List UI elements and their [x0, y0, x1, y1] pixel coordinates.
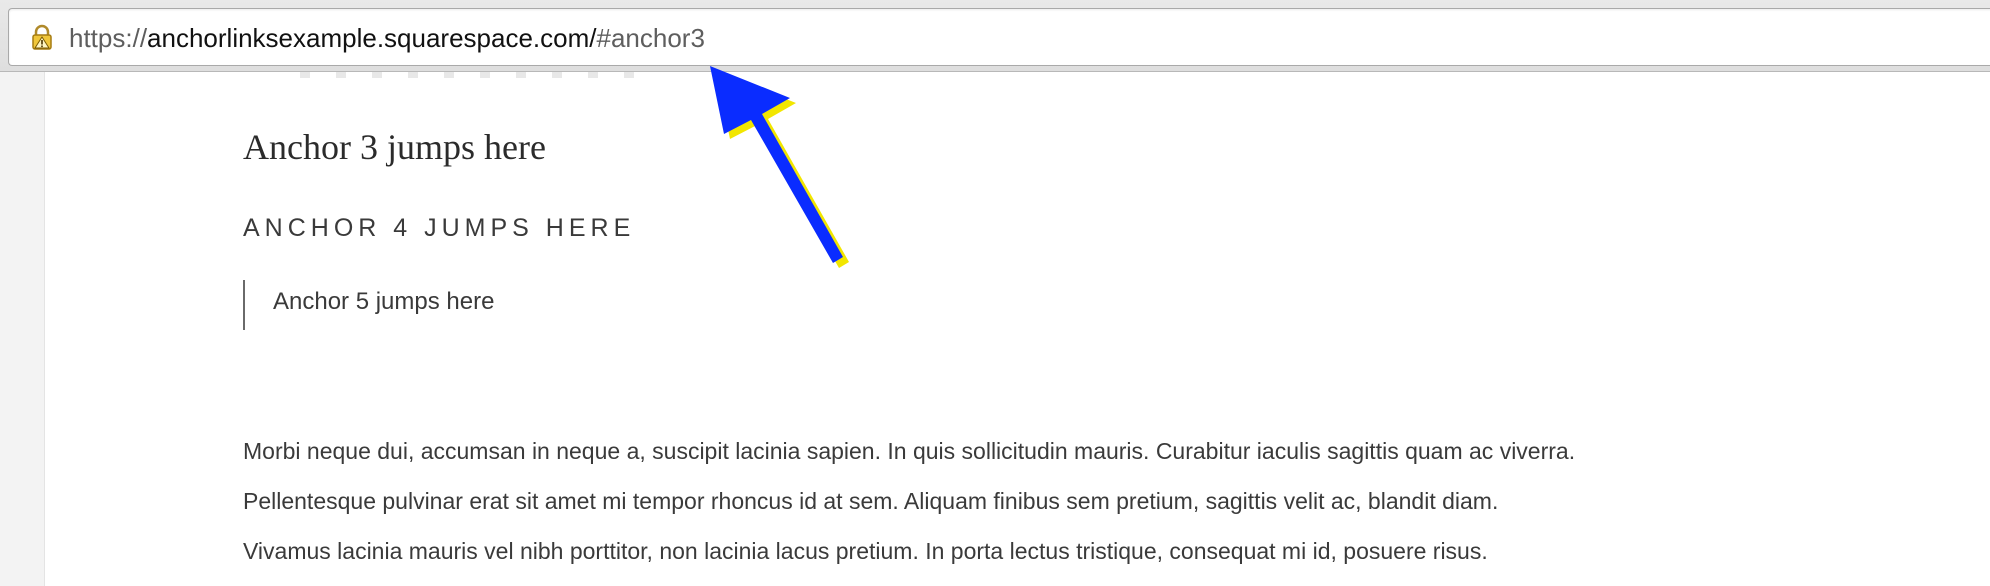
url-hash: #anchor3: [596, 23, 705, 53]
blockquote-text: Anchor 5 jumps here: [273, 288, 495, 315]
paragraph-line: Pellentesque pulvinar erat sit amet mi t…: [243, 488, 1499, 514]
warning-lock-icon[interactable]: [27, 23, 57, 53]
browser-window: https://anchorlinksexample.squarespace.c…: [0, 0, 1990, 586]
address-bar[interactable]: https://anchorlinksexample.squarespace.c…: [8, 8, 1990, 66]
page-left-gutter: [0, 72, 45, 586]
url-text[interactable]: https://anchorlinksexample.squarespace.c…: [69, 21, 705, 55]
browser-toolbar: https://anchorlinksexample.squarespace.c…: [0, 0, 1990, 72]
url-scheme: https://: [69, 23, 148, 53]
url-domain: anchorlinksexample.squarespace.com/: [147, 23, 597, 53]
anchor-3-heading: Anchor 3 jumps here: [243, 127, 546, 167]
paragraph-line: Morbi neque dui, accumsan in neque a, su…: [243, 438, 1576, 464]
anchor-4-heading: ANCHOR 4 JUMPS HERE: [243, 214, 636, 242]
annotation-arrow-shadow: [716, 71, 849, 268]
faint-content-row: [300, 72, 660, 78]
anchor-5-blockquote: Anchor 5 jumps here: [243, 280, 494, 330]
annotation-arrow-main: [710, 66, 843, 263]
paragraph-line: Vivamus lacinia mauris vel nibh porttito…: [243, 538, 1488, 564]
